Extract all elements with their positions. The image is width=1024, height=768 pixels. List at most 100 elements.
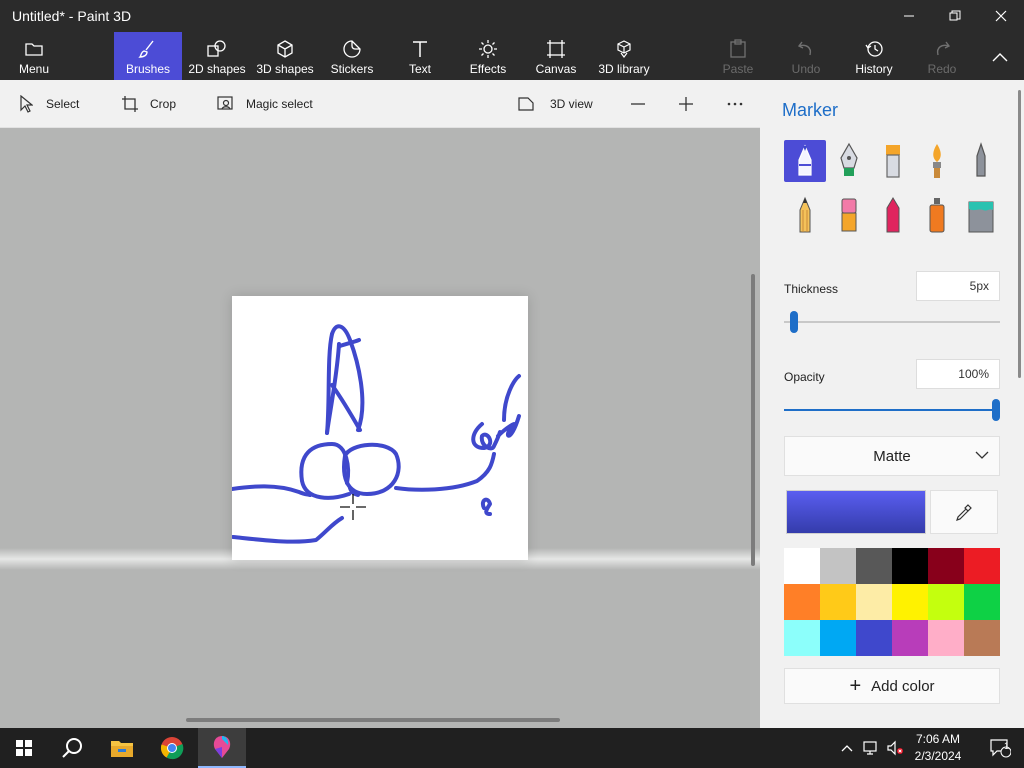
color-swatch[interactable] — [928, 548, 964, 584]
zoom-out-button[interactable] — [630, 92, 650, 116]
tab-brushes[interactable]: Brushes — [114, 32, 182, 80]
tab-effects[interactable]: Effects — [462, 32, 514, 80]
tab-3d-shapes[interactable]: 3D shapes — [254, 32, 316, 80]
collapse-ribbon-button[interactable] — [980, 32, 1020, 80]
magic-select-icon — [216, 94, 236, 114]
oil-brush-icon[interactable] — [872, 140, 914, 182]
calligraphy-pen-icon[interactable] — [828, 140, 870, 182]
tab-label: 3D shapes — [256, 62, 314, 76]
pencil-icon[interactable] — [784, 194, 826, 236]
color-swatch[interactable] — [820, 620, 856, 656]
vertical-scrollbar[interactable] — [751, 274, 755, 566]
restore-button[interactable] — [932, 0, 978, 32]
notification-count: 1 — [1004, 741, 1010, 751]
color-swatch[interactable] — [964, 584, 1000, 620]
drawing-strokes — [230, 324, 521, 544]
paste-button[interactable]: Paste — [716, 32, 760, 80]
opacity-label: Opacity — [784, 370, 825, 384]
color-swatch[interactable] — [964, 548, 1000, 584]
tab-stickers[interactable]: Stickers — [326, 32, 378, 80]
add-color-label: Add color — [871, 677, 935, 695]
color-swatch[interactable] — [928, 620, 964, 656]
eraser-icon[interactable] — [828, 194, 870, 236]
color-swatch[interactable] — [784, 584, 820, 620]
network-button[interactable] — [860, 728, 882, 768]
tab-text[interactable]: Text — [396, 32, 444, 80]
fill-bucket-icon[interactable] — [960, 194, 1002, 236]
menu-button[interactable]: Menu — [8, 6, 60, 80]
file-explorer-button[interactable] — [98, 728, 146, 768]
watercolor-icon[interactable] — [916, 140, 958, 182]
crop-button[interactable]: Crop — [120, 92, 176, 116]
brush-panel: Marker Thickness 5px Opacity 100% Matte — [760, 80, 1024, 728]
volume-button[interactable] — [884, 728, 906, 768]
clock-date[interactable]: 2/3/2024 — [908, 749, 968, 763]
panel-title: Marker — [782, 100, 839, 120]
tab-canvas[interactable]: Canvas — [530, 32, 582, 80]
pixel-pen-icon[interactable] — [960, 140, 1002, 182]
crayon-icon[interactable] — [872, 194, 914, 236]
marker-icon[interactable] — [784, 140, 826, 182]
horizontal-scrollbar[interactable] — [186, 718, 560, 722]
3d-view-icon — [516, 94, 536, 114]
drawing-canvas[interactable] — [230, 296, 528, 560]
clock-time[interactable]: 7:06 AM — [908, 732, 968, 746]
color-swatch[interactable] — [820, 548, 856, 584]
plus-icon — [679, 97, 693, 111]
zoom-in-button[interactable] — [678, 92, 698, 116]
panel-scrollbar[interactable] — [1018, 90, 1021, 378]
thickness-slider-thumb[interactable] — [790, 311, 799, 333]
color-swatch[interactable] — [784, 548, 820, 584]
thickness-slider-track[interactable] — [784, 321, 1000, 323]
menu-label: Menu — [18, 62, 50, 76]
start-button[interactable] — [0, 728, 48, 768]
finish-dropdown[interactable]: Matte — [784, 436, 1000, 476]
color-swatch[interactable] — [892, 548, 928, 584]
workspace[interactable] — [0, 128, 760, 728]
more-options-button[interactable] — [726, 92, 746, 116]
tab-3d-library[interactable]: 3D library — [594, 32, 654, 80]
minimize-button[interactable] — [886, 0, 932, 32]
color-swatch[interactable] — [856, 548, 892, 584]
thickness-label: Thickness — [784, 282, 839, 296]
notifications-button[interactable]: 1 — [976, 728, 1024, 768]
opacity-input[interactable]: 100% — [916, 359, 1000, 389]
spray-can-icon[interactable] — [916, 194, 958, 236]
add-color-button[interactable]: + Add color — [784, 668, 1000, 704]
undo-label: Undo — [791, 62, 821, 76]
color-swatch[interactable] — [928, 584, 964, 620]
select-button[interactable]: Select — [16, 92, 79, 116]
color-swatch[interactable] — [784, 620, 820, 656]
redo-button[interactable]: Redo — [920, 32, 964, 80]
thickness-input[interactable]: 5px — [916, 271, 1000, 301]
plus-icon: + — [849, 675, 862, 697]
cube-icon — [275, 38, 295, 60]
color-swatch[interactable] — [964, 620, 1000, 656]
paste-label: Paste — [722, 62, 754, 76]
chevron-up-icon — [992, 46, 1008, 68]
magic-select-button[interactable]: Magic select — [216, 92, 313, 116]
current-color-swatch[interactable] — [786, 490, 926, 534]
color-swatch[interactable] — [820, 584, 856, 620]
show-hidden-icons-button[interactable] — [836, 728, 858, 768]
color-swatch[interactable] — [892, 620, 928, 656]
brush-icon — [138, 38, 158, 60]
color-swatch[interactable] — [856, 584, 892, 620]
chrome-button[interactable] — [148, 728, 196, 768]
undo-button[interactable]: Undo — [784, 32, 828, 80]
history-button[interactable]: History — [848, 32, 900, 80]
redo-icon — [932, 38, 952, 60]
color-swatch[interactable] — [892, 584, 928, 620]
tab-label: Effects — [469, 62, 507, 76]
close-button[interactable] — [978, 0, 1024, 32]
search-button[interactable] — [48, 728, 96, 768]
opacity-slider-thumb[interactable] — [992, 399, 1000, 421]
eyedropper-button[interactable] — [930, 490, 998, 534]
paint-3d-icon — [213, 736, 231, 758]
color-swatch[interactable] — [856, 620, 892, 656]
3d-view-button[interactable]: 3D view — [516, 92, 593, 116]
chevron-up-icon — [841, 745, 853, 752]
paint-3d-taskbar-button[interactable] — [198, 728, 246, 768]
sun-icon — [478, 38, 498, 60]
tab-2d-shapes[interactable]: 2D shapes — [186, 32, 248, 80]
